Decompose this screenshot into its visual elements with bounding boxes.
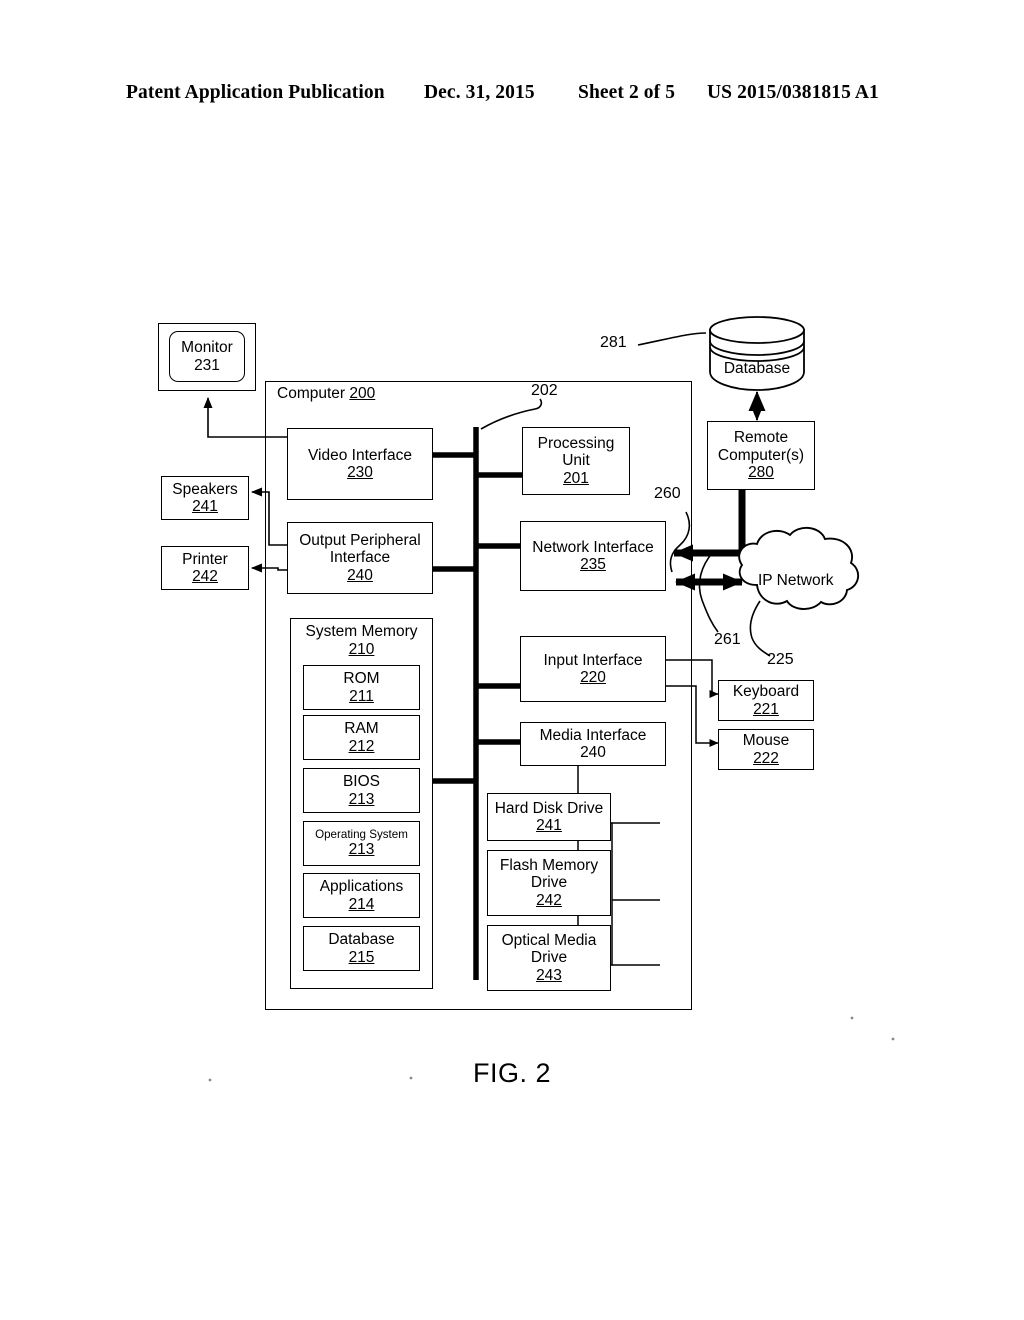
speakers[interactable]: Speakers 241 bbox=[161, 476, 249, 520]
input-interface-label: Input Interface bbox=[543, 651, 643, 669]
network-interface-label: Network Interface bbox=[532, 538, 654, 556]
flash-memory-drive[interactable]: Flash Memory Drive 242 bbox=[487, 850, 611, 916]
applications[interactable]: Applications 214 bbox=[303, 873, 420, 918]
input-interface[interactable]: Input Interface 220 bbox=[520, 636, 666, 702]
hard-disk-drive-label: Hard Disk Drive bbox=[494, 799, 604, 817]
speakers-label: Speakers bbox=[172, 480, 238, 498]
monitor-ref: 231 bbox=[194, 356, 220, 374]
printer[interactable]: Printer 242 bbox=[161, 546, 249, 590]
leader-ref-225: 225 bbox=[767, 651, 794, 668]
operating-system-ref: 213 bbox=[348, 841, 375, 859]
hard-disk-drive[interactable]: Hard Disk Drive 241 bbox=[487, 793, 611, 841]
applications-ref: 214 bbox=[348, 895, 375, 913]
ip-network-label: IP Network bbox=[758, 572, 834, 589]
rom-label: ROM bbox=[343, 670, 380, 688]
operating-system-label: Operating System bbox=[315, 828, 408, 842]
optical-media-drive-ref: 243 bbox=[536, 966, 562, 984]
computer-label-ref: 200 bbox=[349, 385, 376, 402]
video-interface-ref: 230 bbox=[347, 464, 373, 481]
ram-ref: 212 bbox=[348, 737, 375, 755]
monitor-label: Monitor bbox=[181, 339, 233, 357]
media-interface[interactable]: Media Interface 240 bbox=[520, 722, 666, 766]
memory-database-label: Database bbox=[328, 931, 395, 949]
processing-unit-ref: 201 bbox=[563, 469, 589, 487]
memory-database-ref: 215 bbox=[348, 948, 375, 966]
printer-ref: 242 bbox=[192, 568, 218, 585]
network-interface-ref: 235 bbox=[580, 556, 606, 573]
optical-media-drive-label: Optical Media Drive bbox=[501, 931, 597, 967]
keyboard-label: Keyboard bbox=[732, 683, 800, 701]
bus-ref-202: 202 bbox=[531, 382, 558, 399]
keyboard-ref: 221 bbox=[753, 700, 779, 718]
output-peripheral-interface[interactable]: Output Peripheral Interface 240 bbox=[287, 522, 433, 594]
processing-unit[interactable]: Processing Unit 201 bbox=[522, 427, 630, 495]
leader-ref-281: 281 bbox=[600, 334, 627, 351]
hard-disk-drive-ref: 241 bbox=[536, 817, 562, 834]
network-interface[interactable]: Network Interface 235 bbox=[520, 521, 666, 591]
ram[interactable]: RAM 212 bbox=[303, 715, 420, 760]
ram-label: RAM bbox=[344, 720, 379, 738]
computer-container-label: Computer 200 bbox=[277, 385, 375, 403]
applications-label: Applications bbox=[319, 878, 404, 896]
keyboard[interactable]: Keyboard 221 bbox=[718, 680, 814, 721]
video-interface[interactable]: Video Interface 230 bbox=[287, 428, 433, 500]
media-interface-ref: 240 bbox=[580, 744, 606, 761]
remote-computers-label: Remote Computer(s) bbox=[717, 429, 805, 464]
bios-label: BIOS bbox=[342, 773, 381, 791]
processing-unit-label: Processing Unit bbox=[537, 434, 615, 470]
bios[interactable]: BIOS 213 bbox=[303, 768, 420, 813]
mouse[interactable]: Mouse 222 bbox=[718, 729, 814, 770]
database-label: Database bbox=[723, 360, 791, 377]
computer-label-text: Computer bbox=[277, 385, 346, 402]
bios-ref: 213 bbox=[348, 790, 375, 808]
operating-system[interactable]: Operating System 213 bbox=[303, 821, 420, 866]
remote-computers-ref: 280 bbox=[748, 464, 774, 482]
figure-caption: FIG. 2 bbox=[472, 1058, 551, 1088]
remote-computers[interactable]: Remote Computer(s) 280 bbox=[707, 421, 815, 490]
mouse-ref: 222 bbox=[753, 749, 779, 767]
rom-ref: 211 bbox=[349, 687, 374, 705]
system-memory-ref: 210 bbox=[348, 641, 375, 658]
output-peripheral-interface-label: Output Peripheral Interface bbox=[299, 531, 421, 567]
speakers-ref: 241 bbox=[192, 498, 218, 515]
memory-database[interactable]: Database 215 bbox=[303, 926, 420, 971]
monitor[interactable]: Monitor 231 bbox=[169, 331, 245, 382]
flash-memory-drive-label: Flash Memory Drive bbox=[499, 856, 599, 892]
video-interface-label: Video Interface bbox=[308, 446, 412, 464]
input-interface-ref: 220 bbox=[580, 669, 606, 686]
leader-ref-260: 260 bbox=[654, 485, 681, 502]
mouse-label: Mouse bbox=[742, 732, 790, 750]
optical-media-drive[interactable]: Optical Media Drive 243 bbox=[487, 925, 611, 991]
output-peripheral-interface-ref: 240 bbox=[347, 566, 373, 584]
flash-memory-drive-ref: 242 bbox=[536, 891, 562, 909]
media-interface-label: Media Interface bbox=[539, 726, 647, 744]
leader-ref-261: 261 bbox=[714, 631, 741, 648]
printer-label: Printer bbox=[182, 550, 228, 568]
patent-figure: Computer 200 202 Monitor 231 Speakers 24… bbox=[0, 0, 1024, 1320]
rom[interactable]: ROM 211 bbox=[303, 665, 420, 710]
system-memory-label-group: System Memory 210 bbox=[290, 623, 433, 659]
system-memory-label: System Memory bbox=[305, 623, 418, 640]
